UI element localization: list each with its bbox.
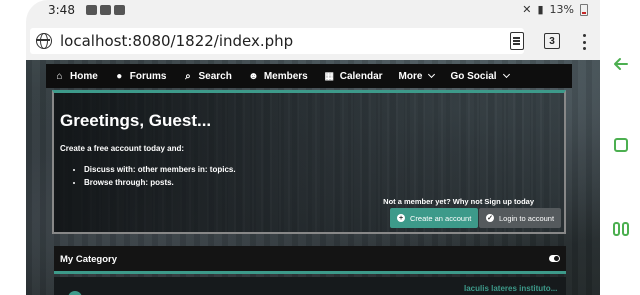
welcome-title: Greetings, Guest... bbox=[60, 111, 212, 130]
status-bar: 3:48 ✕ ▮ 13% bbox=[26, 0, 600, 22]
screen: 3:48 ✕ ▮ 13% localhost:8080/1822/index.p… bbox=[0, 0, 640, 295]
nav-members[interactable]: ☻ Members bbox=[240, 64, 316, 88]
web-page: ⌂ Home ● Forums ⌕ Search ☻ Members ▦ Cal… bbox=[26, 60, 600, 295]
reader-mode-icon[interactable] bbox=[510, 32, 524, 50]
button-label: Login to account bbox=[499, 213, 555, 223]
button-label: Create an account bbox=[410, 213, 472, 223]
comments-icon: ● bbox=[116, 70, 123, 82]
nav-label: Go Social bbox=[450, 70, 497, 82]
chevron-down-icon bbox=[502, 70, 510, 79]
status-time: 3:48 bbox=[48, 3, 75, 17]
notification-icon bbox=[114, 5, 125, 15]
notification-icon bbox=[86, 5, 97, 15]
users-icon: ☻ bbox=[248, 70, 259, 82]
url-text[interactable]: localhost:8080/1822/index.php bbox=[60, 32, 293, 50]
signup-prompt: Not a member yet? Why not Sign up today bbox=[383, 197, 534, 206]
nav-label: Calendar bbox=[339, 70, 383, 82]
battery-icon bbox=[580, 3, 588, 16]
nav-more[interactable]: More bbox=[391, 64, 443, 88]
back-icon[interactable] bbox=[612, 55, 630, 73]
home-button-icon[interactable] bbox=[614, 138, 628, 152]
check-circle-icon: ✓ bbox=[486, 214, 494, 222]
recent-apps-icon[interactable] bbox=[613, 222, 629, 236]
nav-label: Search bbox=[198, 70, 232, 82]
nav-search[interactable]: ⌕ Search bbox=[174, 64, 239, 88]
notification-icon bbox=[100, 5, 111, 15]
benefit-item: Discuss with: other members in: topics. bbox=[84, 165, 236, 174]
signal-icon: ▮ bbox=[537, 3, 544, 16]
status-indicators: ✕ ▮ 13% bbox=[522, 3, 588, 16]
home-icon: ⌂ bbox=[56, 70, 63, 82]
welcome-banner: Greetings, Guest... Create a free accoun… bbox=[52, 90, 566, 234]
category-header: My Category bbox=[54, 246, 566, 274]
benefit-item: Browse through: posts. bbox=[84, 178, 236, 187]
browser-toolbar: localhost:8080/1822/index.php 3 bbox=[26, 22, 600, 60]
nav-forums[interactable]: ● Forums bbox=[106, 64, 175, 88]
mute-icon: ✕ bbox=[522, 3, 532, 16]
nav-label: Home bbox=[70, 70, 98, 82]
address-bar[interactable]: localhost:8080/1822/index.php bbox=[30, 28, 524, 54]
forum-row: Iaculis lateres instituto... bbox=[54, 277, 566, 295]
calendar-icon: ▦ bbox=[324, 70, 334, 82]
nav-label: Forums bbox=[129, 70, 167, 82]
chevron-down-icon bbox=[428, 70, 436, 79]
nav-label: More bbox=[398, 70, 423, 82]
battery-percent: 13% bbox=[549, 3, 574, 16]
welcome-subtitle: Create a free account today and: bbox=[60, 144, 185, 153]
plus-circle-icon: + bbox=[397, 214, 405, 222]
globe-icon bbox=[36, 33, 52, 49]
nav-go-social[interactable]: Go Social bbox=[442, 64, 516, 88]
last-post-link[interactable]: Iaculis lateres instituto... bbox=[464, 284, 557, 293]
nav-home[interactable]: ⌂ Home bbox=[46, 64, 106, 88]
tabs-button[interactable]: 3 bbox=[544, 33, 560, 49]
forum-status-icon bbox=[68, 291, 82, 295]
nav-calendar[interactable]: ▦ Calendar bbox=[316, 64, 391, 88]
search-icon: ⌕ bbox=[185, 70, 191, 82]
nav-label: Members bbox=[263, 70, 308, 82]
collapse-toggle-icon[interactable] bbox=[549, 255, 560, 262]
tab-count: 3 bbox=[549, 35, 555, 47]
login-button[interactable]: ✓ Login to account bbox=[479, 208, 562, 228]
menu-icon[interactable] bbox=[582, 34, 586, 50]
category-title: My Category bbox=[60, 254, 118, 265]
create-account-button[interactable]: + Create an account bbox=[390, 208, 479, 228]
benefits-list: Discuss with: other members in: topics. … bbox=[74, 165, 236, 191]
forum-navbar: ⌂ Home ● Forums ⌕ Search ☻ Members ▦ Cal… bbox=[46, 64, 572, 88]
